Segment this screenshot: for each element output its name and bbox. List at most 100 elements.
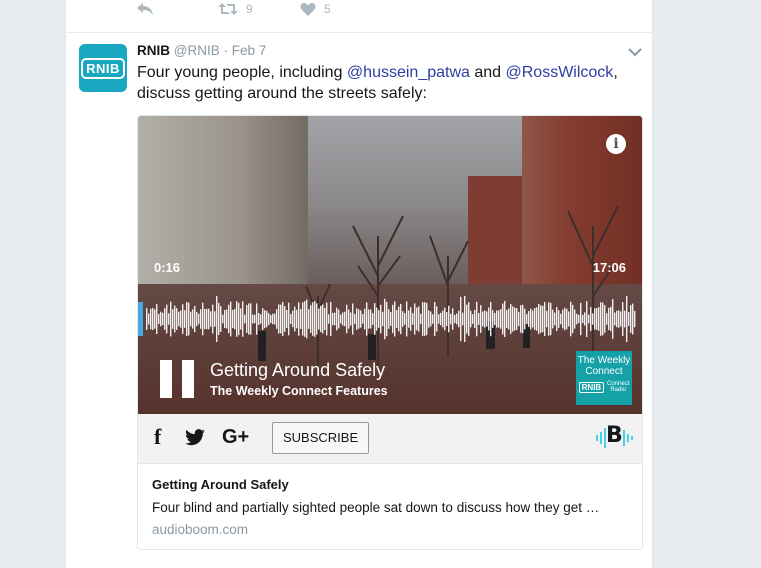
handle[interactable]: @RNIB [174,43,220,58]
waveform-bar [436,306,438,332]
mention-link[interactable]: @RossWilcock [506,64,614,81]
waveform-bar [568,311,570,327]
waveform-bar [302,302,304,336]
show-logo-sub: Connect Radio [607,381,629,393]
waveform-bar [356,308,358,330]
waveform-bar [222,314,224,324]
waveform-bar [278,304,280,334]
waveform-bar [148,313,150,325]
waveform-bar [358,309,360,329]
waveform-bar [524,308,526,330]
waveform-bar [410,307,412,331]
waveform-bar [418,306,420,332]
waveform-bar [172,309,174,329]
waveform-bar [634,310,636,328]
waveform-bar [588,314,590,324]
waveform-bar [224,309,226,329]
audioboom-logo[interactable]: B [594,423,634,452]
waveform-bar [500,309,502,329]
waveform-bar [420,313,422,325]
waveform-bar [514,307,516,331]
like-button[interactable]: 5 [300,2,331,16]
waveform-bar [162,312,164,326]
timestamp[interactable]: Feb 7 [232,43,267,58]
waveform-bar [628,312,630,326]
waveform-bar [552,309,554,329]
current-time: 0:16 [154,260,181,275]
waveform-scrubber[interactable] [138,296,642,342]
waveform-bar [256,303,258,335]
waveform-bar [396,310,398,328]
tweet-text: Four young people, including @hussein_pa… [137,62,637,104]
waveform-bar [412,313,414,325]
retweet-count: 9 [246,2,253,16]
mention-link[interactable]: @hussein_patwa [347,64,470,81]
waveform-bar [578,314,580,324]
waveform-bar [518,311,520,327]
audio-player[interactable]: 0:16 17:06 i Getting Around Safely The W… [138,116,642,414]
waveform-bar [464,296,466,342]
waveform-bar [510,304,512,334]
waveform-bar [178,311,180,327]
playback-progress [138,302,143,336]
google-plus-icon[interactable]: G+ [222,426,249,449]
reply-icon [137,3,153,15]
waveform-bar [506,309,508,329]
waveform-bar [466,304,468,334]
waveform-bar [616,310,618,328]
waveform-bar [314,301,316,337]
waveform-bar [262,308,264,330]
waveform-bar [226,309,228,329]
more-options-button[interactable] [628,44,642,62]
waveform-bar [586,301,588,337]
retweet-button[interactable]: 9 [218,2,253,16]
waveform-bar [272,313,274,325]
waveform-bar [528,311,530,327]
waveform-bar [372,313,374,325]
waveform-bar [392,304,394,334]
twitter-icon[interactable] [184,429,206,452]
waveform-bar [198,313,200,325]
info-icon[interactable]: i [606,134,626,154]
waveform-bar [274,313,276,325]
waveform-bar [186,302,188,336]
waveform-bar [150,308,152,330]
show-logo-line: The Weekly [577,355,631,366]
episode-title[interactable]: Getting Around Safely [210,360,385,381]
waveform-bar [562,309,564,329]
waveform-bar [434,301,436,337]
waveform-bar [480,305,482,333]
waveform-bar [244,314,246,324]
waveform-bar [606,313,608,325]
audio-card[interactable]: 0:16 17:06 i Getting Around Safely The W… [137,115,643,550]
waveform-bar [364,308,366,330]
tweet-text-part: discuss getting around the streets safel… [137,85,427,102]
waveform-bar [158,313,160,325]
show-logo[interactable]: The Weekly Connect RNIB Connect Radio [576,351,632,405]
pause-button[interactable] [160,360,196,398]
waveform-bar [540,305,542,333]
pause-icon-bar [160,360,172,398]
waveform-bar [204,308,206,330]
waveform-bar [370,309,372,329]
display-name[interactable]: RNIB [137,43,170,58]
waveform-bar [236,301,238,337]
facebook-icon[interactable]: f [154,424,161,450]
card-domain[interactable]: audioboom.com [152,522,248,537]
subscribe-button[interactable]: SUBSCRIBE [272,422,370,454]
waveform-bar [622,302,624,336]
avatar[interactable]: RNIB [79,44,127,92]
waveform-bar [484,310,486,328]
waveform-bar [320,305,322,333]
waveform-bar [362,314,364,324]
card-description[interactable]: Four blind and partially sighted people … [152,500,632,515]
waveform-bar [432,314,434,324]
show-name[interactable]: The Weekly Connect Features [210,384,388,398]
waveform-bar [252,314,254,324]
waveform-bar [558,310,560,328]
like-count: 5 [324,2,331,16]
card-title[interactable]: Getting Around Safely [152,477,289,492]
reply-button[interactable] [136,2,154,16]
waveform-bar [296,309,298,329]
waveform-bar [206,308,208,330]
